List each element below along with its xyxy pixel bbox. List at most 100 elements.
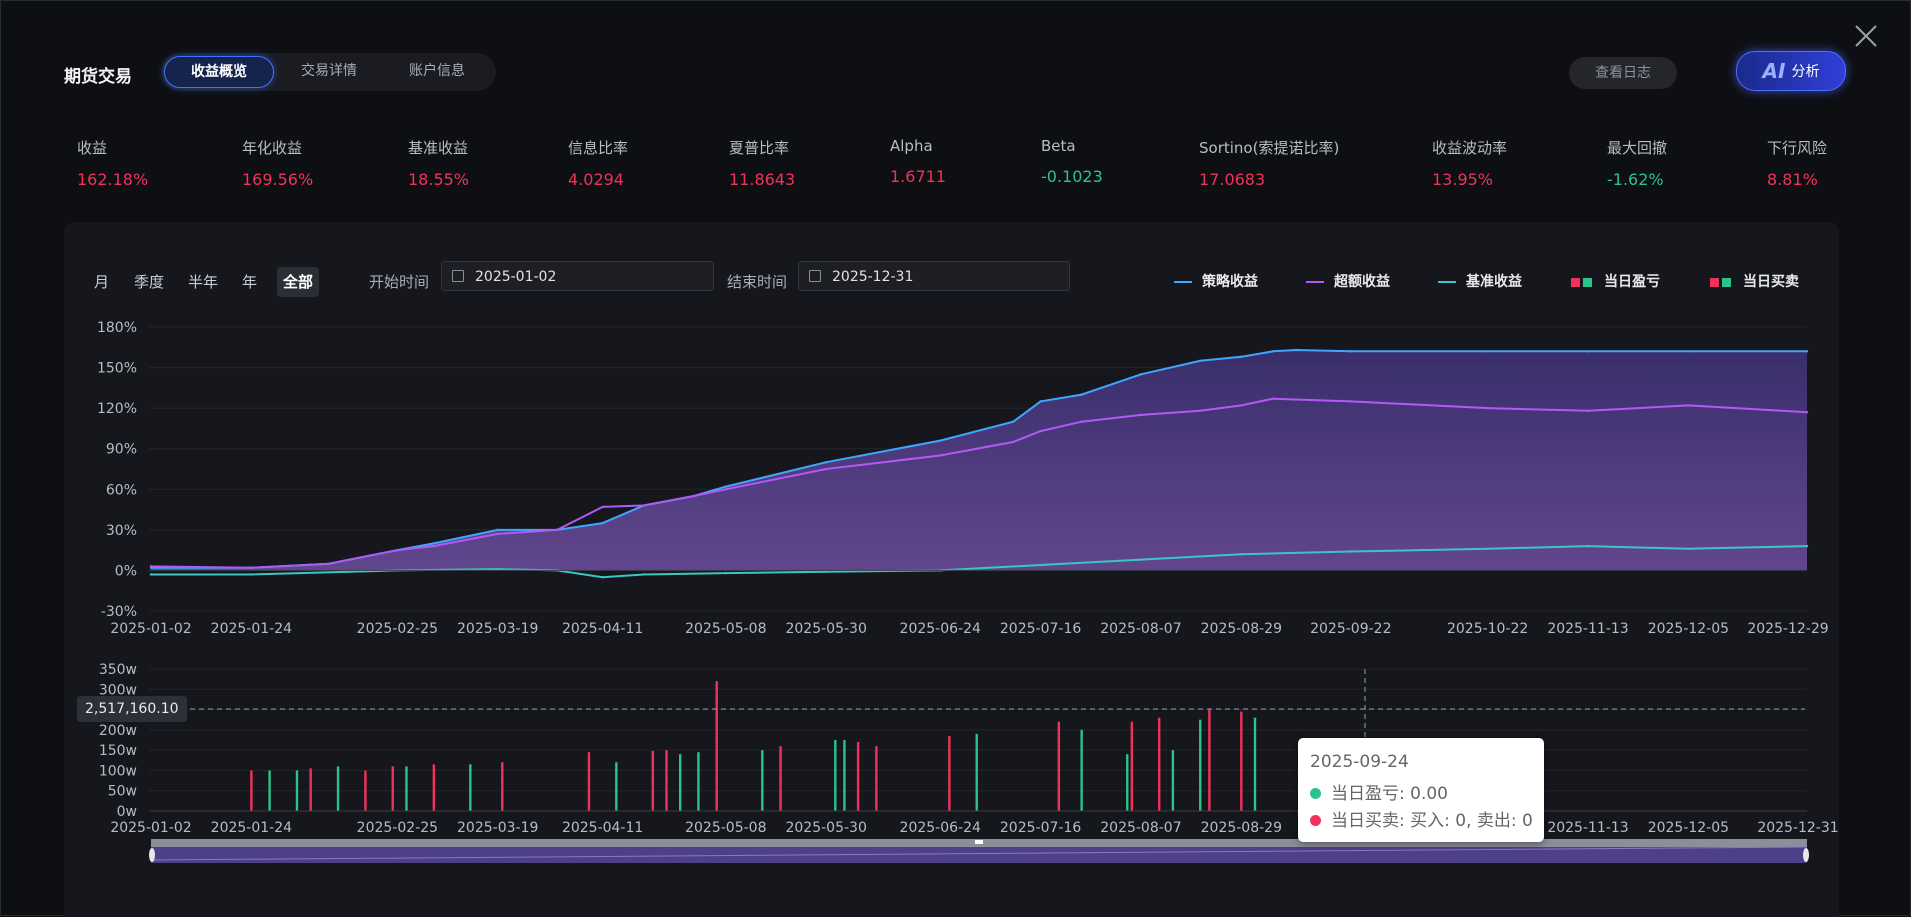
series-point	[496, 567, 499, 571]
bar[interactable]	[1199, 719, 1202, 811]
bar-chart-grid	[149, 668, 1807, 812]
series-point	[1586, 350, 1590, 353]
bar[interactable]	[697, 752, 700, 811]
bar-chart-axes: 350w300w250w200w150w100w50w0w2025-01-022…	[99, 662, 1839, 836]
bar[interactable]	[250, 770, 253, 811]
series-point	[396, 548, 399, 552]
bar[interactable]	[948, 735, 951, 811]
series-point	[601, 521, 604, 525]
tooltip-text: 当日盈亏: 0.00	[1331, 784, 1448, 804]
x-tick-label: 2025-03-19	[457, 621, 538, 637]
bar[interactable]	[364, 770, 367, 811]
zoom-slider-grip-icon[interactable]	[975, 840, 983, 844]
bar[interactable]	[432, 764, 436, 811]
x-tick-label: 2025-07-16	[1000, 820, 1081, 836]
x-tick-label: 2025-05-30	[785, 621, 866, 637]
y-tick-label: 150%	[97, 361, 137, 377]
series-point	[1586, 409, 1590, 413]
bar[interactable]	[268, 770, 271, 811]
series-point	[1012, 440, 1015, 444]
series-point	[432, 544, 436, 548]
x-tick-label: 2025-02-25	[357, 820, 438, 836]
bar[interactable]	[309, 768, 312, 811]
x-tick-label: 2025-01-24	[211, 820, 292, 836]
x-tick-label: 2025-12-05	[1648, 820, 1729, 836]
bar[interactable]	[1130, 721, 1134, 811]
bar[interactable]	[715, 681, 718, 811]
series-point	[1349, 400, 1353, 403]
series-point	[1805, 411, 1809, 414]
series-point	[1294, 348, 1298, 352]
bar[interactable]	[761, 750, 764, 811]
bar[interactable]	[779, 746, 782, 811]
bar[interactable]	[1157, 717, 1161, 811]
bar[interactable]	[615, 762, 618, 811]
bar[interactable]	[1240, 711, 1243, 811]
x-tick-label: 2025-01-02	[110, 621, 191, 637]
zoom-slider-left-handle[interactable]	[149, 848, 155, 862]
series-point	[824, 461, 828, 464]
bar[interactable]	[834, 740, 837, 811]
y-tick-label: 0w	[117, 804, 137, 820]
bar[interactable]	[1171, 750, 1175, 811]
series-point	[724, 571, 728, 575]
bar[interactable]	[295, 770, 299, 811]
series-point	[1486, 350, 1489, 353]
charts-svg[interactable]: 180%150%120%90%60%30%0%-30%2025-01-02 202…	[1, 1, 1911, 917]
bar[interactable]	[1253, 717, 1257, 811]
x-tick-label: 2025-04-11	[562, 820, 643, 836]
bar[interactable]	[1126, 754, 1129, 811]
x-tick-label: 2025-09-22	[1310, 621, 1391, 637]
x-tick-label: 2025-12-29	[1747, 621, 1828, 637]
series-point	[939, 454, 942, 457]
series-point	[824, 467, 828, 471]
bar[interactable]	[678, 754, 682, 811]
series-point	[1687, 350, 1690, 353]
bar[interactable]	[856, 742, 860, 811]
x-tick-label: 2025-02-25	[357, 621, 438, 637]
bar[interactable]	[665, 750, 668, 811]
bar[interactable]	[1208, 709, 1211, 811]
x-tick-label: 2025-08-07	[1100, 621, 1181, 637]
series-point	[555, 528, 559, 532]
y-tick-label: 50w	[108, 784, 137, 800]
series-point	[149, 565, 153, 568]
y-tick-label: 150w	[99, 743, 137, 759]
series-point	[1080, 420, 1083, 423]
bar[interactable]	[587, 752, 591, 811]
bar[interactable]	[975, 733, 978, 811]
y-tick-label: 120%	[97, 401, 137, 417]
series-point	[692, 494, 696, 498]
zoom-slider-right-handle[interactable]	[1803, 848, 1809, 862]
series-point	[1240, 355, 1243, 358]
series-point	[250, 566, 253, 569]
bar[interactable]	[336, 766, 340, 811]
bar[interactable]	[1057, 721, 1061, 811]
series-point	[1039, 563, 1042, 567]
x-tick-label: 2025-06-24	[900, 820, 981, 836]
series-point	[1039, 429, 1042, 433]
series-point	[939, 439, 942, 442]
bar[interactable]	[405, 766, 408, 811]
x-tick-label: 2025-11-13	[1547, 621, 1628, 637]
bar[interactable]	[501, 762, 504, 811]
x-tick-label: 2025-03-19	[457, 820, 538, 836]
bar[interactable]	[875, 746, 878, 811]
series-point	[1687, 404, 1690, 407]
series-point	[1272, 397, 1275, 400]
y-tick-label: 180%	[97, 320, 137, 336]
bar[interactable]	[1080, 729, 1083, 811]
crosshair-value-label: 2,517,160.10	[77, 696, 187, 722]
bar[interactable]	[651, 750, 655, 811]
tooltip-text: 当日买卖: 买入: 0, 卖出: 0	[1331, 811, 1533, 831]
series-point	[1039, 400, 1042, 403]
bar[interactable]	[391, 766, 394, 811]
series-point	[1805, 350, 1809, 353]
series-point	[496, 528, 499, 532]
x-tick-label: 2025-07-16	[1000, 621, 1081, 637]
zoom-slider	[149, 839, 1809, 863]
bar[interactable]	[843, 740, 846, 811]
series-point	[496, 532, 499, 536]
bar[interactable]	[469, 764, 472, 811]
x-tick-label: 2025-06-24	[900, 621, 981, 637]
